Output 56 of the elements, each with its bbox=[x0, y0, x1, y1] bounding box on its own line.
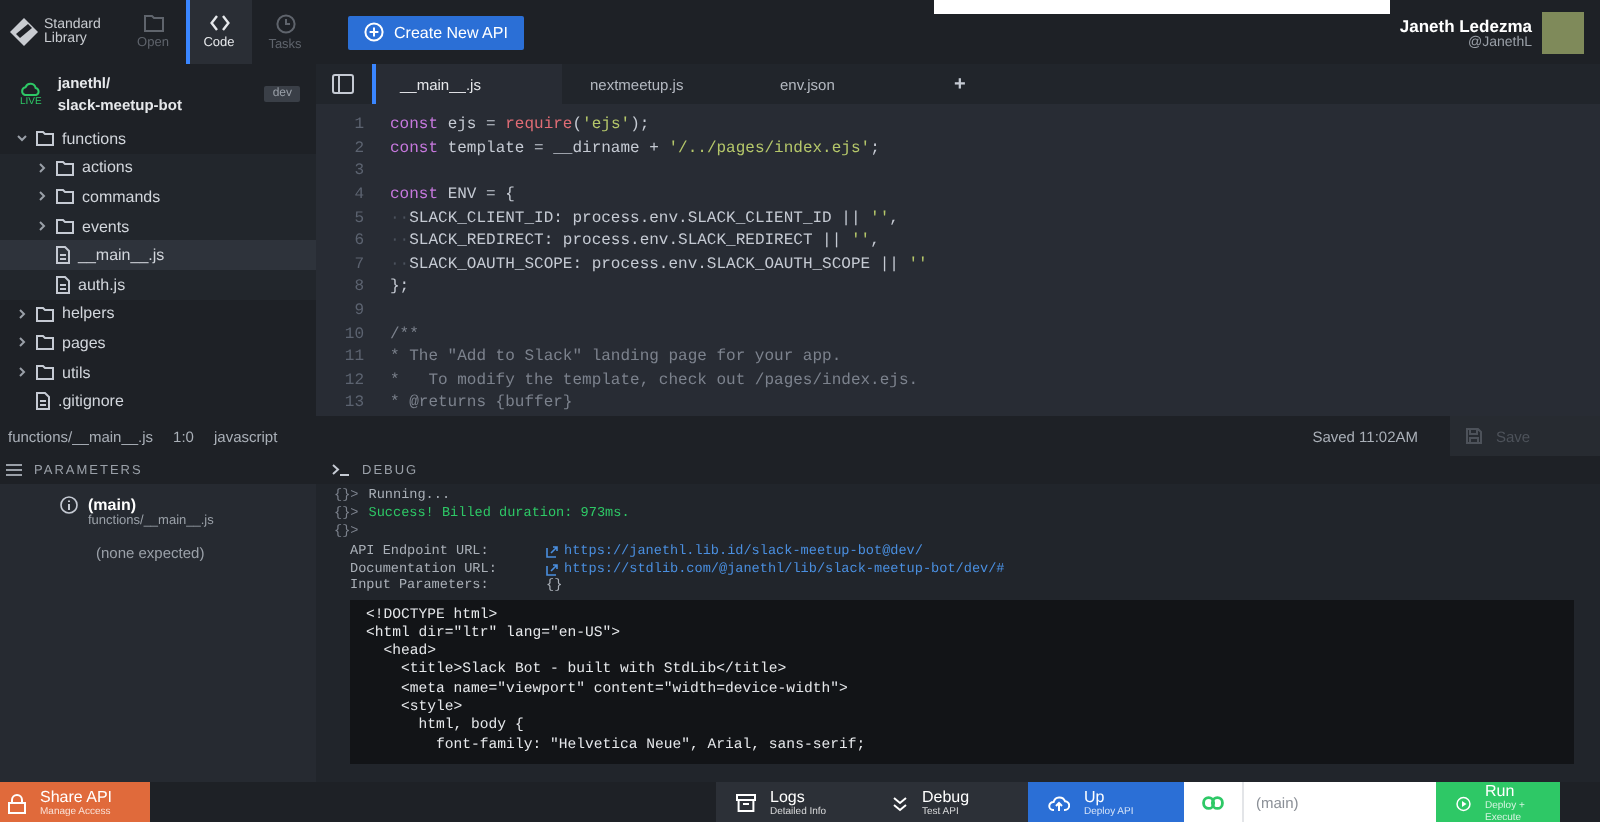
archive-icon bbox=[736, 794, 756, 812]
list-icon bbox=[6, 464, 22, 476]
file-icon bbox=[56, 275, 70, 294]
clock-icon bbox=[275, 13, 295, 33]
line-number: 5 bbox=[352, 209, 364, 228]
line-number: 2 bbox=[352, 139, 364, 158]
line-number: 4 bbox=[352, 186, 364, 205]
code-line: * To modify the template, check out /pages/index.ejs. bbox=[390, 371, 919, 390]
line-number: 10 bbox=[342, 325, 364, 344]
folder-icon bbox=[143, 14, 163, 32]
line-number: 8 bbox=[352, 278, 364, 297]
code-line: ··SLACK_OAUTH_SCOPE: process.env.SLACK_OAUTH_SCOPE || '' bbox=[390, 255, 928, 274]
plus-icon bbox=[364, 22, 384, 42]
file-icon bbox=[36, 392, 50, 411]
file-tree-item[interactable]: utils bbox=[0, 357, 316, 387]
chevrons-icon bbox=[892, 795, 908, 811]
file-tree-item[interactable]: functions bbox=[0, 124, 316, 154]
external-link-icon bbox=[546, 546, 558, 559]
external-link-icon bbox=[546, 563, 558, 576]
code-line: const ENV = { bbox=[390, 186, 515, 205]
code-line: /** bbox=[390, 325, 419, 344]
line-number: 7 bbox=[352, 255, 364, 274]
cloud-upload-icon bbox=[1048, 794, 1070, 812]
file-icon bbox=[56, 246, 70, 265]
add-tab-button[interactable]: + bbox=[942, 64, 978, 104]
line-number: 11 bbox=[342, 348, 364, 367]
line-number: 3 bbox=[352, 162, 364, 181]
file-tree-item[interactable]: .gitignore bbox=[0, 386, 316, 416]
code-line: const ejs = require('ejs'); bbox=[390, 116, 650, 135]
line-number: 13 bbox=[342, 394, 364, 413]
file-tree-item[interactable]: helpers bbox=[0, 299, 316, 329]
lock-icon bbox=[8, 793, 26, 813]
info-icon bbox=[60, 496, 78, 514]
code-line: * The "Add to Slack" landing page for your app. bbox=[390, 348, 842, 367]
avatar-photo-placeholder[interactable] bbox=[1542, 11, 1584, 53]
code-line: ··SLACK_CLIENT_ID: process.env.SLACK_CLIENT_ID || '', bbox=[390, 209, 899, 228]
cloud-icon bbox=[20, 81, 41, 95]
line-number: 6 bbox=[352, 232, 364, 251]
logo-icon bbox=[10, 18, 38, 46]
code-line: * @returns {buffer} bbox=[390, 394, 573, 413]
file-tree-item[interactable]: pages bbox=[0, 328, 316, 358]
save-icon bbox=[1466, 428, 1482, 444]
file-tree-item[interactable]: __main__.js bbox=[0, 240, 316, 270]
code-line: ··SLACK_REDIRECT: process.env.SLACK_REDIRECT || '', bbox=[390, 232, 880, 251]
line-number: 1 bbox=[352, 116, 364, 135]
line-number: 12 bbox=[342, 371, 364, 390]
line-number: 9 bbox=[352, 302, 364, 321]
code-line: }; bbox=[390, 278, 410, 297]
user-name: Janeth Ledezma bbox=[1399, 15, 1532, 35]
code-line: const template = __dirname + '/../pages/index.ejs'; bbox=[390, 139, 880, 158]
create-api-button[interactable]: Create New API bbox=[348, 15, 524, 49]
code-icon bbox=[209, 14, 229, 32]
terminal-icon bbox=[332, 464, 350, 476]
play-icon bbox=[1456, 793, 1471, 813]
sidebar-toggle-icon[interactable] bbox=[332, 74, 354, 94]
function-name: (main) bbox=[88, 496, 138, 514]
